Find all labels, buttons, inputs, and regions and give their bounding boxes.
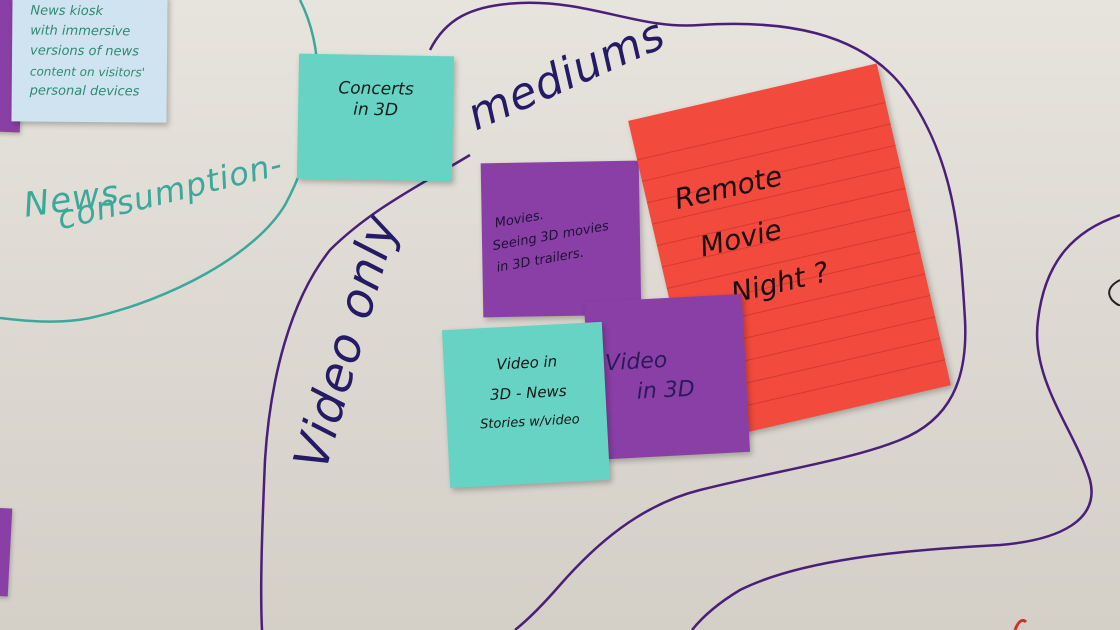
kiosk-line: News kiosk [30, 3, 104, 20]
video-news-note-text: Video in 3D - News Stories w/video [451, 344, 606, 442]
concerts-line: Concerts [338, 78, 414, 100]
kiosk-line: versions of news [29, 43, 139, 60]
kiosk-line: personal devices [29, 83, 140, 100]
sticky-note-concerts: Concerts in 3D [296, 53, 455, 182]
sticky-note-news-kiosk: News kiosk with immersive versions of ne… [11, 0, 168, 123]
black-doodle [1108, 279, 1120, 307]
video-3d-note-text: Video in 3D [600, 343, 733, 410]
movies-note-text: Movies. Seeing 3D movies in 3D trailers. [487, 190, 636, 279]
sticky-note-movies: Movies. Seeing 3D movies in 3D trailers. [480, 160, 642, 318]
concerts-line: in 3D [353, 99, 399, 121]
kiosk-note-text: News kiosk with immersive versions of ne… [30, 1, 166, 102]
kiosk-line: content on visitors' [29, 64, 146, 80]
sticky-note-video-news: Video in 3D - News Stories w/video [441, 321, 611, 489]
video-news-line: Stories w/video [479, 412, 581, 433]
kiosk-line: with immersive [30, 23, 131, 40]
concerts-note-text: Concerts in 3D [308, 78, 444, 123]
whiteboard: News kiosk with immersive versions of ne… [0, 0, 1120, 630]
red-mark [1013, 618, 1028, 630]
sticky-note-video-in-3d: Video in 3D [583, 293, 751, 461]
